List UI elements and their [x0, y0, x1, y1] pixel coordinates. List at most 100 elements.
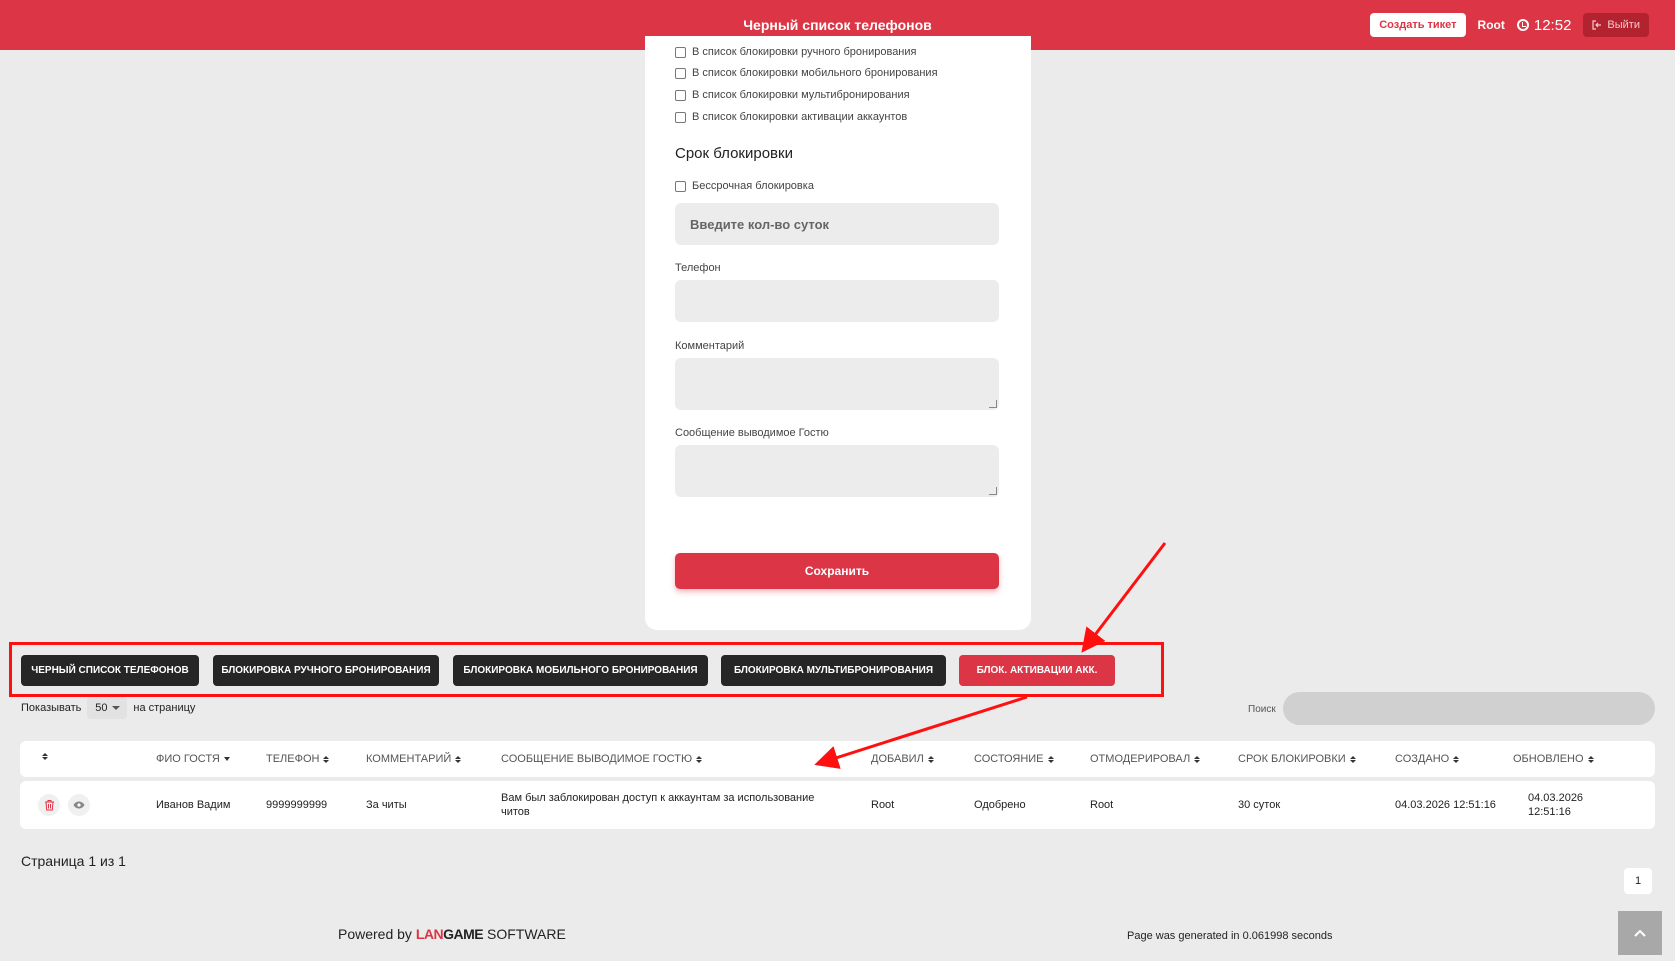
sort-icon — [1047, 755, 1054, 763]
sort-icon — [42, 753, 48, 760]
caret-down-icon — [111, 706, 120, 710]
delete-button[interactable] — [38, 794, 60, 816]
clock-icon — [1516, 19, 1529, 31]
page-title: Черный список телефонов — [743, 17, 932, 33]
column-label: КОММЕНТАРИЙ — [366, 753, 452, 765]
checkbox[interactable] — [675, 67, 686, 79]
checkbox[interactable] — [675, 180, 686, 192]
cell-status: Одобрено — [974, 799, 1026, 811]
checkbox[interactable] — [675, 46, 686, 58]
column-guest-message[interactable]: СООБЩЕНИЕ ВЫВОДИМОЕ ГОСТЮ — [501, 753, 703, 765]
column-block-term[interactable]: СРОК БЛОКИРОВКИ — [1238, 753, 1356, 765]
days-input[interactable]: Введите кол-во суток — [675, 203, 999, 245]
table-header: ФИО ГОСТЯ ТЕЛЕФОН КОММЕНТАРИЙ СООБЩЕНИЕ … — [20, 741, 1655, 777]
annotation-highlight-box — [9, 642, 1164, 697]
create-ticket-button[interactable]: Создать тикет — [1370, 13, 1466, 37]
column-guest-name[interactable]: ФИО ГОСТЯ — [156, 753, 230, 765]
sort-desc-icon — [223, 757, 230, 761]
resize-handle[interactable] — [989, 487, 997, 495]
eye-icon — [73, 801, 85, 809]
per-page-select[interactable]: 50 — [87, 697, 128, 719]
langame-logo[interactable]: LANGAME — [416, 926, 484, 942]
logo-part-game: GAME — [443, 926, 484, 942]
message-label: Сообщение выводимое Гостю — [675, 427, 829, 439]
cell-guest-message: Вам был заблокирован доступ к аккаунтам … — [501, 792, 815, 818]
column-label: ДОБАВИЛ — [871, 753, 924, 765]
cell-updated: 04.03.2026 12:51:16 — [1528, 792, 1584, 818]
checkbox-label: В список блокировки мультибронирования — [692, 89, 910, 101]
view-button[interactable] — [68, 794, 90, 816]
column-label: СОЗДАНО — [1395, 753, 1450, 765]
cell-added-by: Root — [871, 799, 895, 811]
cell-moderated-by: Root — [1090, 799, 1114, 811]
checkbox-label: В список блокировки мобильного бронирова… — [692, 67, 938, 79]
column-moderated-by[interactable]: ОТМОДЕРИРОВАЛ — [1090, 753, 1201, 765]
column-label: ТЕЛЕФОН — [266, 753, 320, 765]
powered-by-label: Powered by — [338, 926, 412, 942]
checkbox-multi-booking[interactable]: В список блокировки мультибронирования — [675, 89, 910, 101]
cell-phone: 9999999999 — [266, 799, 328, 811]
sort-icon — [1587, 755, 1594, 763]
sort-icon — [1349, 755, 1356, 763]
powered-by: Powered by LANGAME SOFTWARE — [338, 926, 566, 942]
show-label: Показывать — [21, 702, 82, 714]
days-placeholder: Введите кол-во суток — [690, 217, 830, 232]
column-sort-actions[interactable] — [42, 753, 48, 760]
checkbox[interactable] — [675, 111, 686, 123]
logout-label: Выйти — [1607, 19, 1640, 31]
column-label: СООБЩЕНИЕ ВЫВОДИМОЕ ГОСТЮ — [501, 753, 693, 765]
column-label: ОТМОДЕРИРОВАЛ — [1090, 753, 1191, 765]
trash-icon — [44, 800, 54, 811]
chevron-up-icon — [1634, 929, 1646, 937]
column-status[interactable]: СОСТОЯНИЕ — [974, 753, 1054, 765]
sort-icon — [1194, 755, 1201, 763]
checkbox-manual-booking[interactable]: В список блокировки ручного бронирования — [675, 46, 917, 58]
logo-part-software: SOFTWARE — [487, 926, 566, 942]
per-page-control: Показывать 50 на страницу — [21, 697, 195, 719]
column-label: ФИО ГОСТЯ — [156, 753, 220, 765]
cell-guest-name: Иванов Вадим — [156, 799, 231, 811]
cell-block-term: 30 суток — [1238, 799, 1281, 811]
sort-icon — [455, 755, 462, 763]
clock: 12:52 — [1516, 16, 1572, 34]
checkbox[interactable] — [675, 89, 686, 101]
search-label: Поиск — [1248, 704, 1276, 715]
sort-icon — [323, 755, 330, 763]
comment-label: Комментарий — [675, 340, 745, 352]
checkbox-mobile-booking[interactable]: В список блокировки мобильного бронирова… — [675, 67, 938, 79]
column-label: СРОК БЛОКИРОВКИ — [1238, 753, 1346, 765]
column-phone[interactable]: ТЕЛЕФОН — [266, 753, 330, 765]
cell-created: 04.03.2026 12:51:16 — [1395, 799, 1496, 811]
message-textarea[interactable] — [675, 445, 999, 497]
block-term-heading: Срок блокировки — [675, 145, 793, 162]
cell-comment: За читы — [366, 799, 407, 811]
page-link-1[interactable]: 1 — [1624, 868, 1652, 894]
resize-handle[interactable] — [989, 400, 997, 408]
sort-icon — [927, 755, 934, 763]
checkbox-label: В список блокировки ручного бронирования — [692, 46, 917, 58]
phone-label: Телефон — [675, 262, 721, 274]
sort-icon — [1453, 755, 1460, 763]
comment-textarea[interactable] — [675, 358, 999, 410]
save-button[interactable]: Сохранить — [675, 553, 999, 589]
table-row: Иванов Вадим 9999999999 За читы Вам был … — [20, 781, 1655, 829]
column-created[interactable]: СОЗДАНО — [1395, 753, 1460, 765]
checkbox-permanent-block[interactable]: Бессрочная блокировка — [675, 180, 814, 192]
block-form-card: В список блокировки ручного бронирования… — [645, 36, 1031, 630]
user-name[interactable]: Root — [1478, 18, 1505, 32]
annotation-arrow-to-tab — [1081, 542, 1167, 653]
clock-time: 12:52 — [1533, 16, 1572, 34]
column-label: СОСТОЯНИЕ — [974, 753, 1044, 765]
column-label: ОБНОВЛЕНО — [1513, 753, 1584, 765]
phone-input[interactable] — [675, 280, 999, 322]
column-updated[interactable]: ОБНОВЛЕНО — [1513, 753, 1594, 765]
checkbox-account-activation[interactable]: В список блокировки активации аккаунтов — [675, 111, 907, 123]
logout-button[interactable]: Выйти — [1583, 13, 1649, 37]
column-added-by[interactable]: ДОБАВИЛ — [871, 753, 934, 765]
sort-icon — [696, 755, 703, 763]
search-input[interactable] — [1283, 692, 1655, 725]
pager-info: Страница 1 из 1 — [21, 853, 126, 869]
footer: Powered by LANGAME SOFTWARE Page was gen… — [0, 911, 1675, 961]
column-comment[interactable]: КОММЕНТАРИЙ — [366, 753, 462, 765]
scroll-top-button[interactable] — [1618, 911, 1662, 955]
